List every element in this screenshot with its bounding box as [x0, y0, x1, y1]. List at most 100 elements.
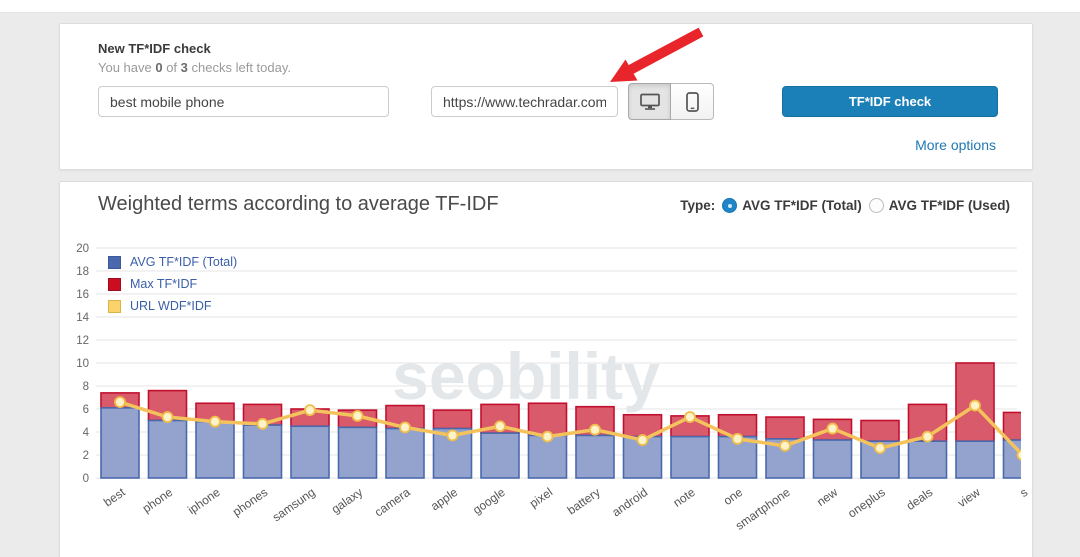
line-dot — [446, 429, 459, 442]
quota-part: You have — [98, 60, 156, 75]
x-tick-label: note — [671, 485, 698, 510]
bar-avg-tfidf — [480, 432, 520, 479]
tfidf-check-form-panel: New TF*IDF check You have 0 of 3 checks … — [59, 23, 1033, 170]
bar-avg-tfidf — [290, 425, 330, 479]
x-tick-label: galaxy — [329, 485, 365, 516]
y-tick-label: 18 — [76, 266, 89, 278]
y-tick-label: 12 — [76, 335, 89, 347]
x-tick-label: oneplus — [845, 485, 887, 521]
line-dot — [969, 399, 981, 412]
keyword-input[interactable] — [98, 86, 389, 117]
quota-used-count: 0 — [155, 60, 163, 75]
legend-swatch-icon — [108, 255, 121, 269]
quota-part: of — [162, 60, 181, 75]
y-tick-label: 10 — [76, 358, 89, 370]
x-tick-label: android — [609, 485, 650, 519]
line-dot — [114, 396, 126, 409]
y-tick-label: 20 — [76, 243, 89, 255]
legend-item[interactable]: AVG TF*IDF (Total) — [108, 255, 237, 269]
x-tick-label: apple — [428, 485, 460, 513]
line-dot — [494, 420, 506, 433]
line-dot — [351, 409, 364, 422]
radio-avg-tfidf-used[interactable] — [868, 198, 884, 213]
x-tick-label: phone — [140, 485, 176, 516]
y-tick-label: 6 — [83, 404, 89, 416]
radio-used-label: AVG TF*IDF (Used) — [888, 198, 1010, 213]
x-tick-label: new — [814, 485, 840, 509]
mobile-toggle-button[interactable] — [671, 83, 714, 120]
y-tick-label: 4 — [83, 427, 90, 439]
x-tick-label: deals — [904, 485, 936, 513]
y-tick-label: 0 — [83, 473, 89, 485]
chart-area: 0 2 4 6 8 10 12 14 16 18 20 seobility best phone iphon… — [71, 241, 1032, 556]
annotation-arrow — [610, 27, 704, 82]
line-dot — [304, 404, 316, 417]
y-tick-label: 8 — [83, 381, 89, 393]
bar-max-tfidf — [765, 416, 805, 440]
radio-total-label: AVG TF*IDF (Total) — [742, 198, 862, 213]
bar-avg-tfidf — [907, 440, 948, 479]
legend-item[interactable]: URL WDF*IDF — [108, 299, 237, 313]
x-tick-label: samsung — [270, 485, 318, 524]
line-dot — [161, 411, 174, 423]
url-input[interactable] — [431, 86, 618, 117]
legend-label: URL WDF*IDF — [130, 299, 212, 313]
line-dot — [921, 430, 934, 443]
bar-max-tfidf — [1002, 411, 1021, 441]
line-dot — [874, 442, 886, 455]
line-dot — [589, 423, 601, 436]
x-axis-labels: best phone iphone phones samsung galaxy camera… — [101, 485, 1030, 533]
x-tick-label: iphone — [185, 485, 223, 517]
quota-total-count: 3 — [180, 60, 188, 75]
chart-panel: Weighted terms according to average TF-I… — [59, 181, 1033, 557]
chart-type-selector: Type: AVG TF*IDF (Total) AVG TF*IDF (Use… — [680, 198, 1010, 213]
bar-max-tfidf — [432, 409, 473, 430]
line-dot — [684, 411, 696, 423]
legend-item[interactable]: Max TF*IDF — [108, 277, 237, 291]
desktop-icon — [639, 93, 660, 110]
x-tick-label: best — [101, 485, 128, 510]
x-tick-label: one — [721, 485, 746, 508]
y-tick-label: 16 — [76, 289, 89, 301]
line-dot — [826, 422, 839, 435]
bar-avg-tfidf — [100, 407, 140, 479]
type-label: Type: — [680, 198, 716, 213]
desktop-toggle-button[interactable] — [628, 83, 671, 120]
x-tick-label: s — [1017, 485, 1030, 500]
line-dot — [209, 415, 221, 428]
top-white-strip — [0, 0, 1080, 13]
line-dot — [1016, 449, 1021, 461]
chart-legend: AVG TF*IDF (Total) Max TF*IDF URL WDF*IDF — [108, 255, 237, 313]
line-dot — [731, 432, 744, 445]
legend-swatch-icon — [108, 277, 121, 291]
mobile-icon — [685, 91, 699, 112]
bar-avg-tfidf — [195, 420, 235, 479]
more-options-link[interactable]: More options — [915, 137, 996, 153]
bar-avg-tfidf — [147, 419, 188, 479]
line-dot — [541, 430, 554, 443]
x-tick-label: view — [955, 485, 983, 510]
radio-avg-tfidf-total[interactable] — [722, 198, 738, 213]
quota-part: checks left today. — [187, 60, 291, 75]
bar-avg-tfidf — [337, 426, 378, 479]
device-toggle-group — [628, 83, 714, 120]
bar-avg-tfidf — [385, 427, 425, 479]
bar-avg-tfidf — [575, 434, 615, 479]
form-title: New TF*IDF check — [98, 41, 211, 56]
seobility-watermark: seobility — [392, 339, 660, 413]
bar-avg-tfidf — [242, 424, 283, 479]
y-tick-label: 2 — [83, 450, 89, 462]
bar-avg-tfidf — [812, 439, 853, 479]
y-tick-label: 14 — [76, 312, 89, 324]
bar-max-tfidf — [527, 402, 568, 437]
x-tick-label: google — [470, 485, 508, 517]
tfidf-check-button[interactable]: TF*IDF check — [782, 86, 998, 117]
quota-text: You have 0 of 3 checks left today. — [98, 60, 291, 75]
bar-max-tfidf — [860, 419, 900, 443]
legend-swatch-icon — [108, 299, 121, 313]
chart-title: Weighted terms according to average TF-I… — [98, 193, 499, 215]
x-tick-label: pixel — [527, 485, 555, 511]
legend-label: Max TF*IDF — [130, 277, 198, 291]
bar-avg-tfidf — [955, 440, 995, 479]
bar-avg-tfidf — [670, 435, 710, 479]
